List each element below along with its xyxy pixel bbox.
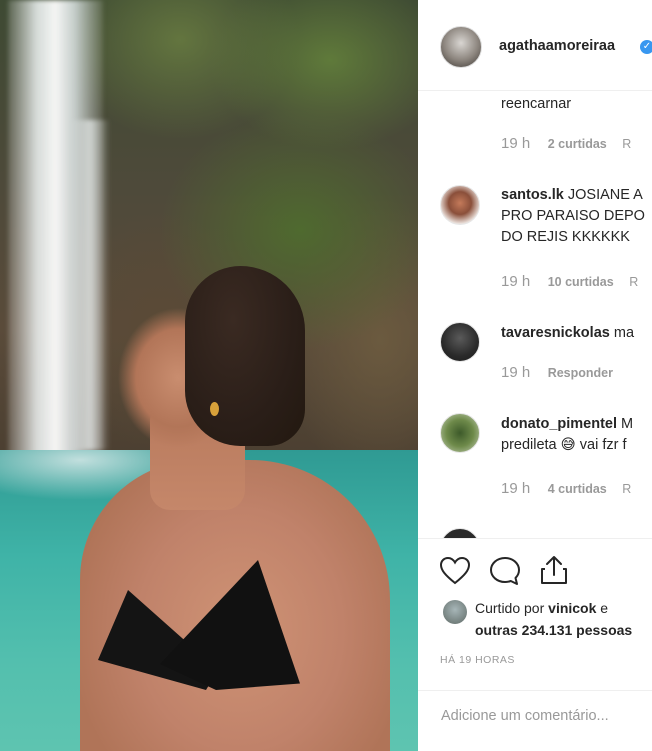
liked-by-prefix: Curtido por — [475, 600, 545, 616]
comment-body: ma — [613, 325, 635, 341]
reply-button[interactable]: R — [622, 137, 631, 151]
comment-text: santos.lk JOSIANE A — [501, 185, 643, 206]
comment-meta: 19 h Responder — [501, 364, 613, 381]
commenter-avatar[interactable] — [440, 413, 480, 453]
likes-count[interactable]: outras 234.131 pessoas — [475, 622, 632, 638]
comments-list[interactable]: reencarnar 19 h 2 curtidas R santos.lk J… — [418, 90, 652, 538]
author-username[interactable]: agathaamoreiraa — [499, 38, 615, 54]
post-timestamp[interactable]: HÁ 19 HORAS — [440, 654, 515, 666]
verified-badge-icon: ✓ — [640, 40, 652, 54]
reply-button[interactable]: Responder — [548, 366, 613, 380]
liker-username[interactable]: vinicok — [548, 600, 596, 616]
commenter-username[interactable]: donato_pimentel — [501, 416, 617, 432]
commenter-avatar[interactable] — [440, 528, 480, 538]
comment-meta: 19 h 10 curtidas R — [501, 273, 638, 290]
comment-icon[interactable] — [489, 556, 521, 586]
reply-button[interactable]: R — [629, 275, 638, 289]
comment-body: JOSIANE A — [567, 187, 643, 203]
liked-by-line: Curtido por vinicok e — [475, 600, 608, 616]
comment-text: reencarnar — [501, 96, 572, 112]
comment-likes[interactable]: 2 curtidas — [548, 137, 607, 151]
comment-text: donato_pimentel M — [501, 414, 633, 435]
comment-likes[interactable]: 10 curtidas — [548, 275, 614, 289]
comment-body: M — [621, 416, 634, 432]
post-header: agathaamoreiraa ✓ — [418, 0, 652, 91]
comment-likes[interactable]: 4 curtidas — [548, 482, 607, 496]
commenter-avatar[interactable] — [440, 322, 480, 362]
person-hair — [185, 266, 305, 446]
share-icon[interactable] — [539, 554, 569, 586]
comment-input[interactable] — [439, 707, 652, 725]
add-comment-bar — [418, 690, 652, 751]
comment-time[interactable]: 19 h — [501, 364, 530, 381]
comment-time[interactable]: 19 h — [501, 273, 530, 290]
comment-body-line: DO REJIS KKKKKK — [501, 229, 630, 245]
waterfall-stream — [70, 120, 110, 450]
comment-time[interactable]: 19 h — [501, 135, 530, 152]
comment-body-line: PRO PARAISO DEPO — [501, 208, 645, 224]
comment-meta: 19 h 4 curtidas R — [501, 480, 631, 497]
comment-meta: 19 h 2 curtidas R — [501, 135, 631, 152]
comment-time[interactable]: 19 h — [501, 480, 530, 497]
comment-text: tavaresnickolas ma — [501, 323, 634, 344]
earring — [210, 402, 219, 416]
commenter-username[interactable]: tavaresnickolas — [501, 325, 610, 341]
commenter-avatar[interactable] — [440, 185, 480, 225]
heart-icon[interactable] — [439, 556, 471, 586]
post-photo[interactable] — [0, 0, 418, 751]
reply-button[interactable]: R — [622, 482, 631, 496]
post-side-panel: agathaamoreiraa ✓ reencarnar 19 h 2 curt… — [418, 0, 652, 751]
author-avatar[interactable] — [440, 26, 482, 68]
liker-avatar[interactable] — [443, 600, 467, 624]
commenter-username[interactable]: santos.lk — [501, 187, 564, 203]
comment-body-line: predileta 😅 vai fzr f — [501, 437, 627, 453]
liked-by-suffix: e — [600, 600, 609, 616]
